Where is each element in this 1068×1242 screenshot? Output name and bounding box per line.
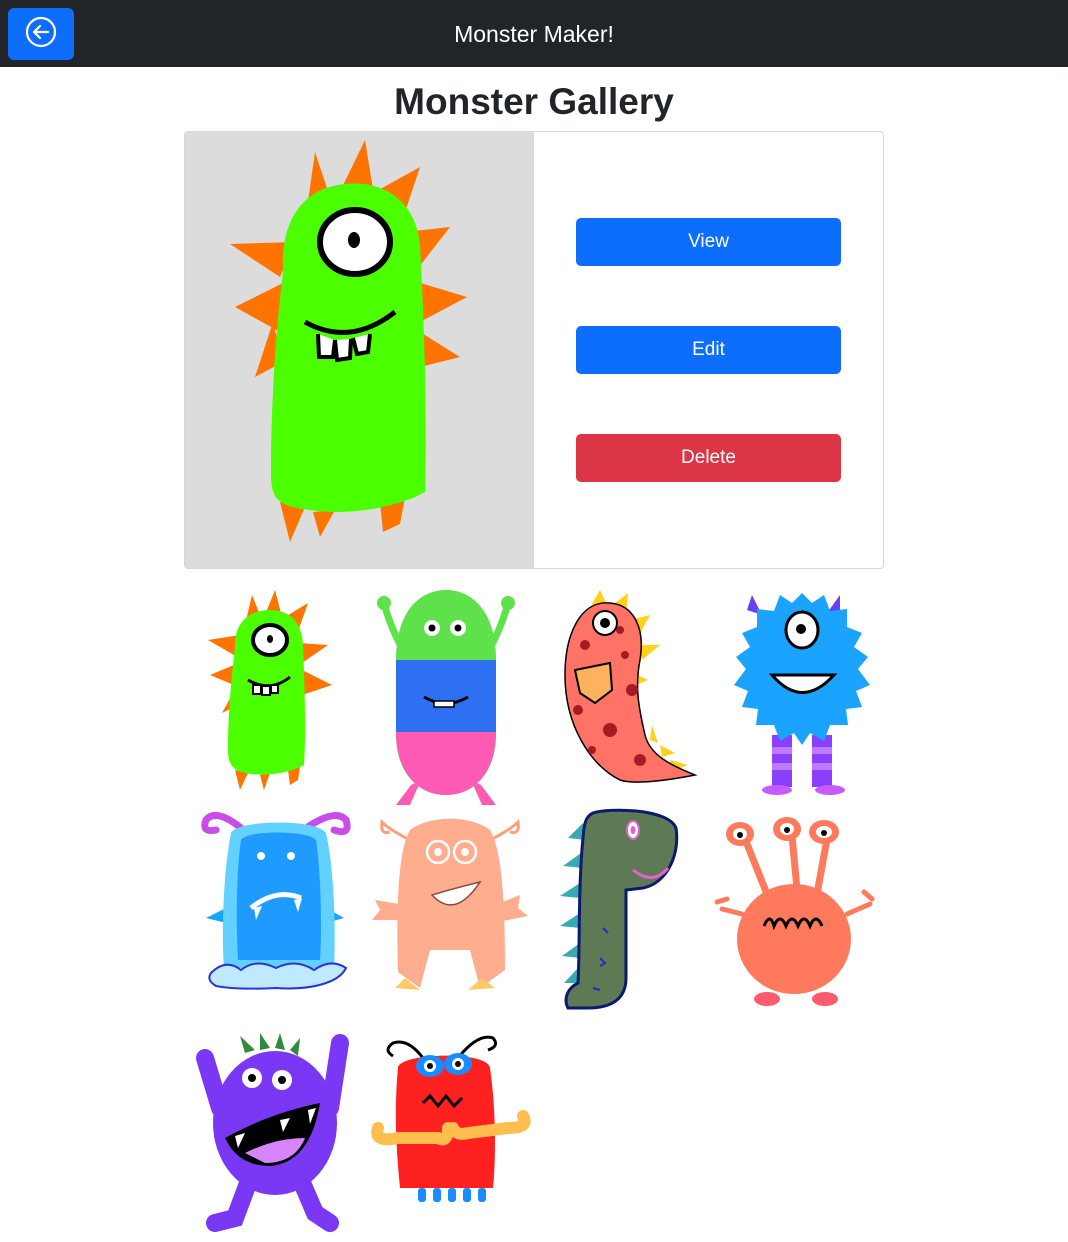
view-button[interactable]: View	[576, 218, 841, 266]
green-cyclops-monster-image	[230, 140, 467, 542]
gallery-item-10[interactable]	[368, 1028, 531, 1238]
selected-monster-preview	[185, 132, 534, 568]
app-title: Monster Maker!	[454, 21, 614, 47]
selected-monster-card: View Edit Delete	[184, 131, 884, 569]
gallery-item-8[interactable]	[712, 814, 875, 1024]
gallery-item-5[interactable]	[196, 808, 356, 1018]
blue-furry-monster-image	[734, 593, 870, 795]
red-bug-monster-image	[371, 1035, 531, 1202]
green-blue-pink-alien-monster-image	[377, 590, 515, 805]
green-cyclops-monster-image	[208, 590, 332, 790]
red-dino-monster-image	[564, 590, 698, 783]
page-title: Monster Gallery	[394, 81, 674, 122]
gallery-item-9[interactable]	[190, 1028, 350, 1238]
green-dino-monster-image	[560, 808, 679, 1010]
gallery-item-3[interactable]	[550, 585, 710, 795]
purple-monster-image	[196, 1033, 349, 1232]
gallery-item-6[interactable]	[370, 810, 530, 1020]
delete-button[interactable]: Delete	[576, 434, 841, 482]
gallery-item-4[interactable]	[722, 585, 882, 795]
gallery-item-2[interactable]	[366, 585, 526, 805]
gallery-item-7[interactable]	[548, 808, 708, 1018]
edit-button[interactable]: Edit	[576, 326, 841, 374]
peach-monster-image	[372, 818, 528, 990]
blue-ghost-monster-image	[201, 812, 351, 990]
navbar: Monster Maker!	[0, 0, 1068, 67]
orange-three-eyed-monster-image	[714, 817, 875, 1006]
gallery-item-1[interactable]	[190, 585, 350, 795]
